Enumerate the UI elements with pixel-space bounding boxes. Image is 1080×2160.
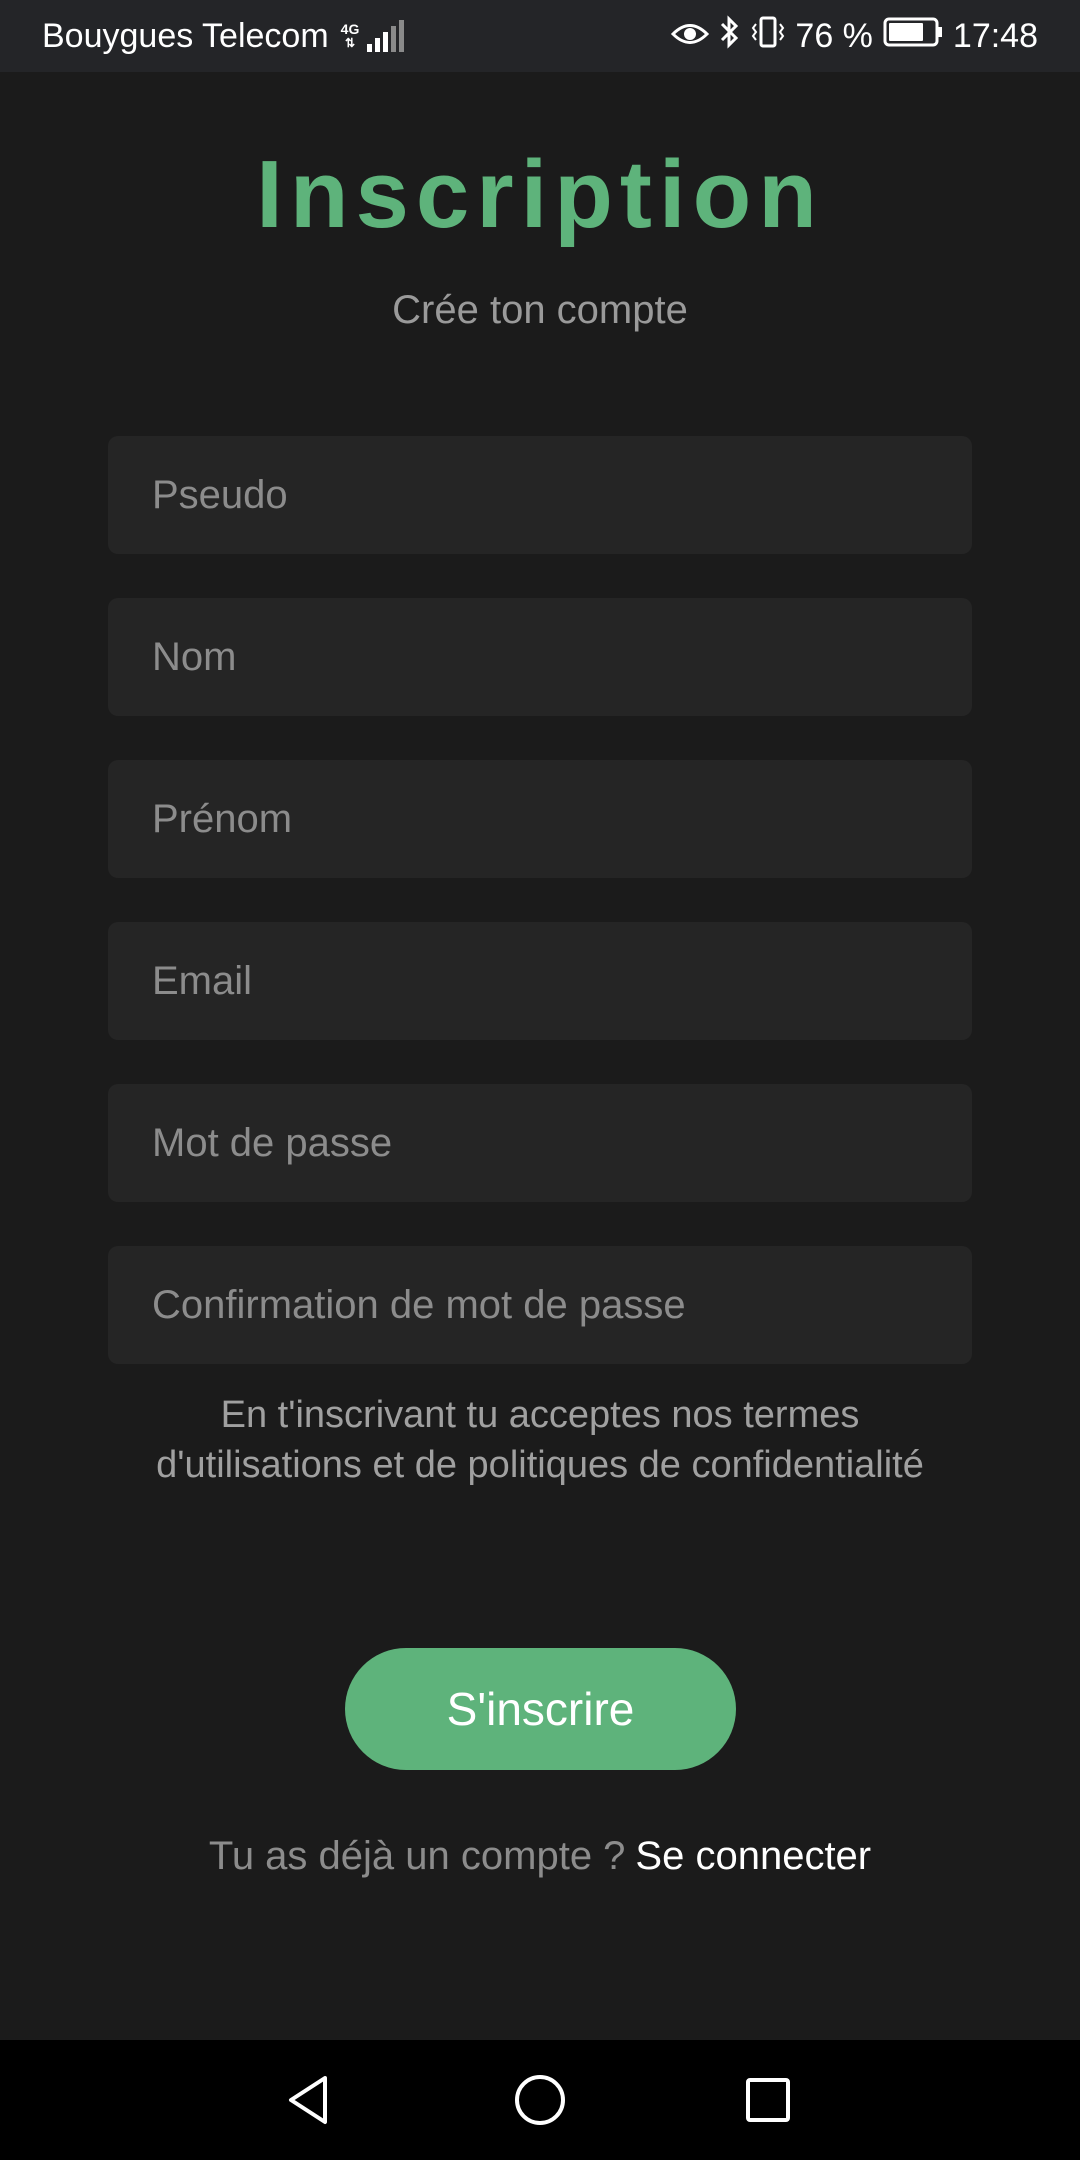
email-field[interactable]: [108, 922, 972, 1040]
terms-text: En t'inscrivant tu acceptes nos termes d…: [156, 1394, 924, 1486]
page-title: Inscription: [256, 141, 824, 248]
login-question: Tu as déjà un compte ?: [208, 1834, 626, 1878]
vibrate-icon: [751, 15, 785, 58]
recents-icon[interactable]: [728, 2060, 808, 2140]
network-type: 4G ⇅: [341, 22, 360, 50]
network-type-label: 4G: [340, 21, 360, 37]
status-bar: Bouygues Telecom 4G ⇅ 76 % 17:48: [0, 0, 1080, 72]
signal-icon: [367, 20, 405, 52]
navigation-bar: [0, 2040, 1080, 2160]
back-icon[interactable]: [268, 2060, 348, 2140]
pseudo-field[interactable]: [108, 436, 972, 554]
login-prompt: Tu as déjà un compte ? Se connecter: [0, 1834, 1080, 1879]
prenom-field[interactable]: [108, 760, 972, 878]
nom-field[interactable]: [108, 598, 972, 716]
signup-button[interactable]: S'inscrire: [345, 1648, 736, 1770]
status-left: Bouygues Telecom 4G ⇅: [42, 0, 405, 72]
page-subtitle: Crée ton compte: [392, 288, 688, 332]
battery-icon: [883, 17, 943, 56]
status-right: 76 % 17:48: [671, 0, 1038, 72]
bluetooth-icon: [719, 14, 741, 58]
home-icon[interactable]: [500, 2060, 580, 2140]
eye-icon: [671, 17, 710, 56]
clock: 17:48: [952, 16, 1038, 55]
carrier-name: Bouygues Telecom: [42, 16, 329, 55]
battery-percent: 76 %: [795, 16, 873, 55]
password-field[interactable]: [108, 1084, 972, 1202]
login-link[interactable]: Se connecter: [635, 1834, 871, 1878]
signup-screen: Bouygues Telecom 4G ⇅ 76 % 17:48 Inscrip…: [0, 0, 1080, 2160]
confirm-password-field[interactable]: [108, 1246, 972, 1364]
data-arrows-icon: ⇅: [344, 36, 356, 50]
